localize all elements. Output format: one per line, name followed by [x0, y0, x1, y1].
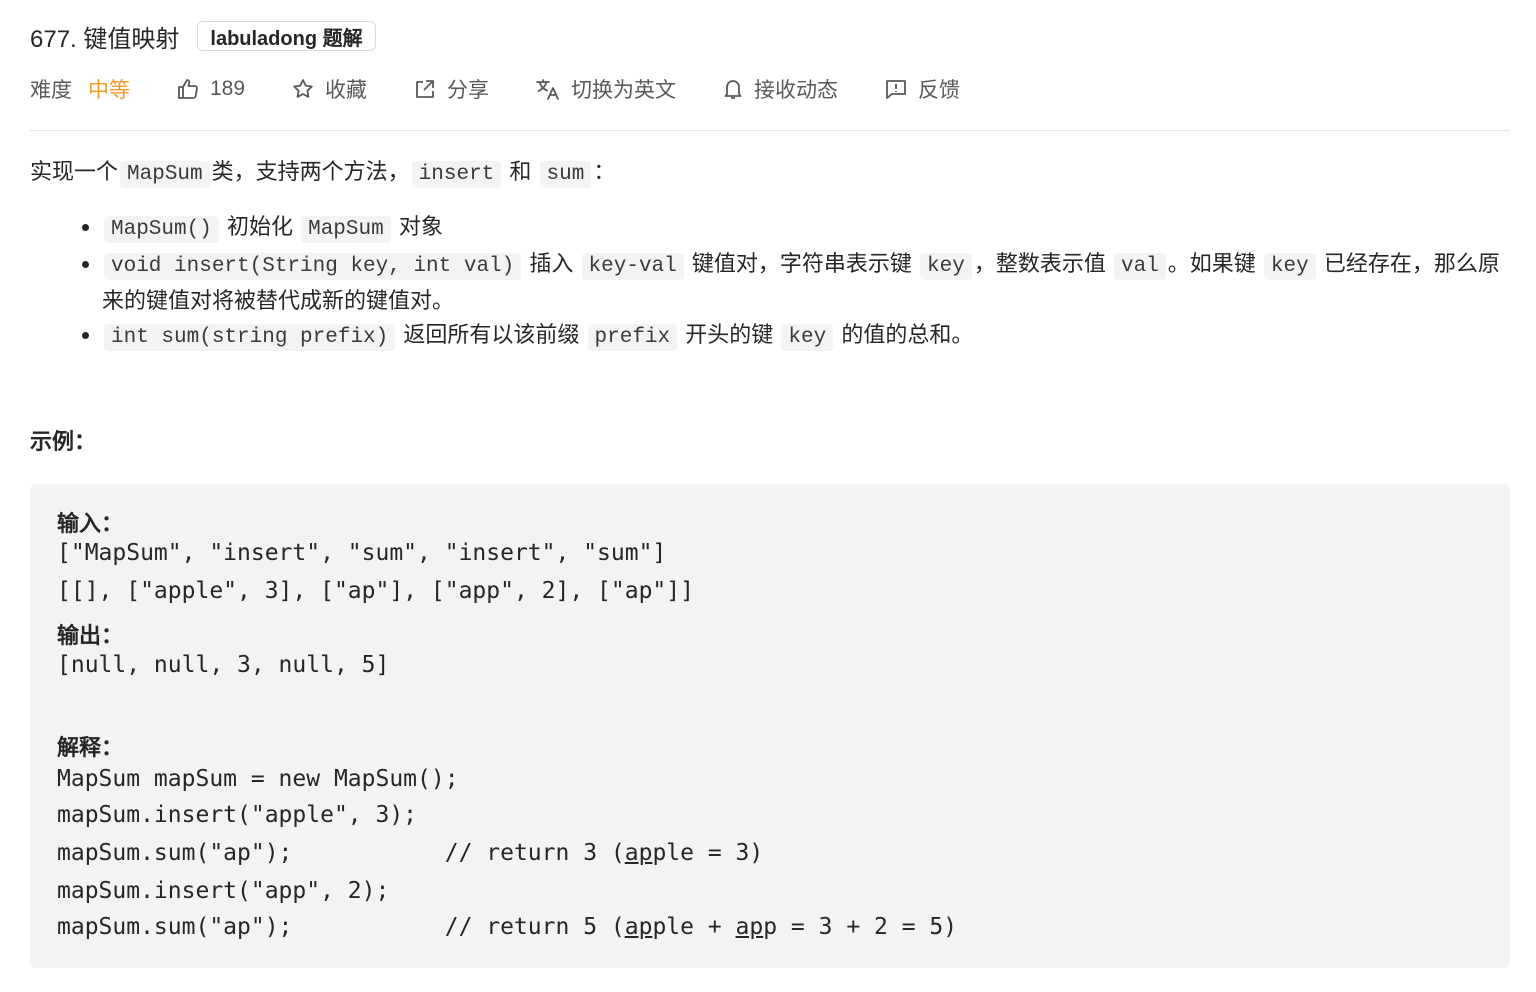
translate-button[interactable]: 切换为英文: [535, 74, 676, 104]
inline-code: key-val: [581, 253, 684, 280]
intro-text: ：: [593, 159, 616, 184]
code-line: mapSum.insert("apple", 3);: [57, 802, 418, 828]
list-text: 初始化: [226, 214, 293, 239]
output-label: 输出：: [57, 623, 124, 648]
code-fragment: p = 3 + 2 = 5): [763, 914, 958, 940]
list-text: 对象: [398, 214, 443, 239]
like-button[interactable]: 189: [176, 77, 245, 101]
code-underline: ap: [624, 914, 653, 940]
example-code-block: 输入： ["MapSum", "insert", "sum", "insert"…: [30, 484, 1510, 968]
code-line: mapSum.insert("app", 2);: [57, 878, 390, 904]
intro-text: 类，支持两个方法，: [211, 159, 410, 184]
method-list: MapSum() 初始化 MapSum 对象 void insert(Strin…: [30, 210, 1510, 355]
code-fragment: mapSum.sum("ap"); // return 3 (: [57, 840, 625, 866]
input-label: 输入：: [57, 511, 124, 536]
description-intro: 实现一个 MapSum 类，支持两个方法， insert 和 sum：: [30, 155, 615, 192]
inline-code: val: [1113, 253, 1166, 280]
star-icon: [293, 79, 313, 98]
example-heading: 示例：: [30, 429, 97, 454]
list-text: ，整数表示值: [973, 251, 1106, 276]
favorite-label: 收藏: [325, 79, 368, 102]
inline-code: key: [781, 324, 834, 351]
list-text: 。如果键: [1167, 251, 1256, 276]
favorite-button[interactable]: 收藏: [291, 74, 367, 104]
code-fragment: ple +: [652, 914, 736, 940]
like-count: 189: [210, 77, 246, 100]
difficulty-value: 中等: [88, 79, 130, 102]
code-fragment: ple = 3): [652, 840, 764, 866]
inline-code: MapSum: [301, 216, 391, 243]
inline-code: void insert(String key, int val): [104, 253, 522, 280]
code-line: mapSum.sum("ap"); // return 3 (apple = 3…: [57, 840, 763, 866]
inline-code: key: [920, 253, 972, 280]
bell-icon: [724, 80, 742, 99]
list-text: 开头的键: [685, 322, 774, 347]
problem-title: 677. 键值映射: [30, 25, 180, 53]
explain-label: 解释：: [57, 735, 124, 760]
list-text: 的值的总和。: [841, 322, 974, 347]
feedback-icon: [886, 80, 906, 99]
intro-text: 和: [509, 159, 532, 184]
list-item: int sum(string prefix) 返回所有以该前缀 prefix 开…: [102, 318, 1510, 355]
meta-toolbar: 难度 中等 189 收藏 分享 切换为英文 接收动态 反馈: [30, 70, 1006, 108]
solution-tag-button[interactable]: labuladong 题解: [197, 21, 376, 51]
feedback-button[interactable]: 反馈: [884, 74, 960, 104]
intro-text: 实现一个: [30, 159, 119, 184]
list-text: 返回所有以该前缀: [403, 322, 580, 347]
feedback-label: 反馈: [918, 79, 961, 102]
code-underline: ap: [624, 840, 653, 866]
code-line: mapSum.sum("ap"); // return 5 (apple + a…: [57, 914, 957, 940]
inline-code: sum: [539, 161, 592, 188]
subscribe-button[interactable]: 接收动态: [722, 74, 838, 104]
subscribe-label: 接收动态: [754, 79, 839, 102]
translate-label: 切换为英文: [571, 79, 677, 102]
inline-code: insert: [411, 161, 502, 188]
inline-code: prefix: [587, 324, 678, 351]
code-line: MapSum mapSum = new MapSum();: [57, 766, 459, 792]
list-text: 键值对，字符串表示键: [691, 251, 912, 276]
share-button[interactable]: 分享: [413, 74, 489, 104]
code-fragment: mapSum.sum("ap"); // return 5 (: [57, 914, 625, 940]
code-line: [null, null, 3, null, 5]: [57, 652, 390, 678]
code-line: ["MapSum", "insert", "sum", "insert", "s…: [57, 540, 667, 566]
divider: [30, 130, 1510, 131]
list-text: 插入: [529, 251, 574, 276]
list-item: MapSum() 初始化 MapSum 对象: [102, 210, 1510, 247]
list-item: void insert(String key, int val) 插入 key-…: [102, 247, 1510, 318]
code-underline: ap: [735, 914, 764, 940]
title-row: 677. 键值映射 labuladong 题解: [30, 16, 376, 56]
difficulty-label: 难度: [30, 79, 72, 102]
inline-code: MapSum(): [104, 216, 219, 243]
inline-code: key: [1263, 253, 1316, 280]
inline-code: MapSum: [120, 161, 210, 188]
code-line: [[], ["apple", 3], ["ap"], ["app", 2], […: [57, 578, 694, 604]
difficulty: 难度 中等: [30, 74, 130, 104]
thumbs-up-icon: [178, 79, 198, 99]
inline-code: int sum(string prefix): [104, 324, 396, 351]
share-label: 分享: [447, 79, 490, 102]
translate-icon: [536, 79, 559, 100]
share-icon: [416, 80, 434, 98]
